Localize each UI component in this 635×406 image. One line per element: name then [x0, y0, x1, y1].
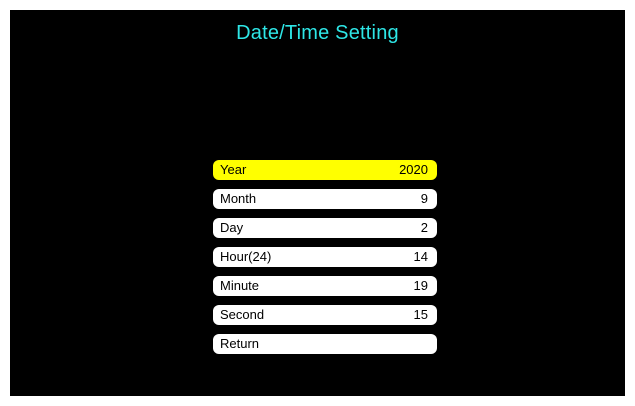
settings-menu: Year 2020 Month 9 Day 2 Hour(24) 14 Minu…	[213, 160, 437, 363]
menu-item-label: Second	[220, 307, 265, 322]
menu-item-minute[interactable]: Minute 19	[213, 276, 437, 296]
menu-item-label: Day	[220, 220, 244, 235]
menu-item-value: 9	[420, 191, 428, 206]
menu-item-label: Return	[220, 336, 260, 351]
menu-item-label: Minute	[220, 278, 260, 293]
menu-item-day[interactable]: Day 2	[213, 218, 437, 238]
menu-item-hour[interactable]: Hour(24) 14	[213, 247, 437, 267]
menu-item-label: Hour(24)	[220, 249, 272, 264]
menu-item-label: Year	[220, 162, 247, 177]
screen: Date/Time Setting Year 2020 Month 9 Day …	[10, 10, 625, 396]
menu-item-value: 2020	[399, 162, 428, 177]
menu-item-value: 19	[413, 278, 428, 293]
menu-item-month[interactable]: Month 9	[213, 189, 437, 209]
return-button[interactable]: Return	[213, 334, 437, 354]
menu-item-value: 14	[413, 249, 428, 264]
menu-item-year[interactable]: Year 2020	[213, 160, 437, 180]
menu-item-value: 15	[413, 307, 428, 322]
page-title: Date/Time Setting	[236, 22, 399, 44]
menu-item-second[interactable]: Second 15	[213, 305, 437, 325]
menu-item-label: Month	[220, 191, 257, 206]
menu-item-value: 2	[420, 220, 428, 235]
